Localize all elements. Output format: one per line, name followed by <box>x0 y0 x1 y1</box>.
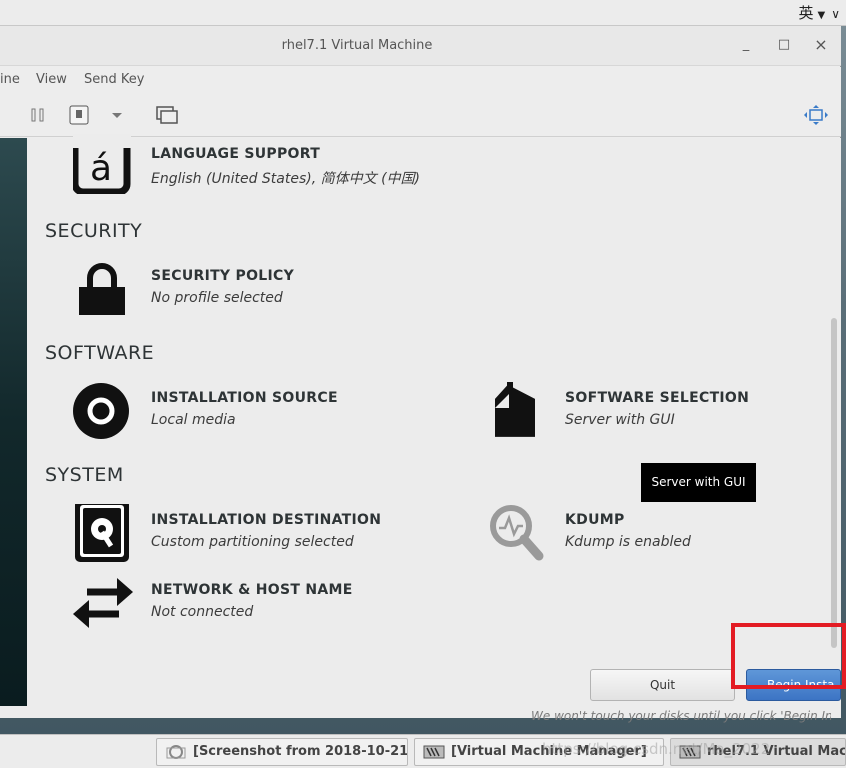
spoke-name: SOFTWARE SELECTION <box>565 390 750 406</box>
taskbar-item-label: [Screenshot from 2018-10-21 ... <box>193 744 408 759</box>
spoke-network-host-name[interactable]: NETWORK & HOST NAME Not connected <box>73 578 473 632</box>
magnifier-icon <box>490 505 544 561</box>
spoke-status: No profile selected <box>151 290 283 306</box>
watermark: https://blog.csdn.net/Ma_2022 <box>542 740 771 758</box>
monitor-icon[interactable] <box>68 105 90 125</box>
spoke-language-support[interactable]: á LANGUAGE SUPPORT English (United State… <box>73 134 473 196</box>
top-bar: 英 ▼ ∨ <box>0 0 846 26</box>
spoke-kdump[interactable]: KDUMP Kdump is enabled <box>487 505 807 562</box>
taskbar: [Screenshot from 2018-10-21 ... [Virtual… <box>0 734 846 768</box>
package-icon <box>495 382 535 437</box>
taskbar-item-screenshot[interactable]: [Screenshot from 2018-10-21 ... <box>156 738 408 766</box>
menu-bar: ine View Send Key <box>0 67 841 93</box>
language-icon: á <box>73 134 131 194</box>
guest-sidebar-background <box>0 138 27 706</box>
window-titlebar[interactable]: rhel7.1 Virtual Machine _ □ × <box>0 26 841 66</box>
spoke-name: LANGUAGE SUPPORT <box>151 146 321 162</box>
vm-window: rhel7.1 Virtual Machine _ □ × ine View S… <box>0 26 841 723</box>
section-heading-security: SECURITY <box>45 220 143 242</box>
image-viewer-icon <box>166 745 186 759</box>
vmm-icon <box>423 745 445 759</box>
input-method-indicator[interactable]: 英 ▼ ∨ <box>798 2 840 23</box>
spoke-installation-source[interactable]: INSTALLATION SOURCE Local media <box>73 383 473 440</box>
resize-icon[interactable] <box>804 105 828 125</box>
lock-icon <box>79 263 125 315</box>
minimize-button[interactable]: _ <box>737 36 755 54</box>
spoke-name: NETWORK & HOST NAME <box>151 582 353 598</box>
network-arrows-icon <box>73 578 133 628</box>
spoke-name: KDUMP <box>565 512 625 528</box>
spoke-name: INSTALLATION SOURCE <box>151 390 338 406</box>
spoke-security-policy[interactable]: SECURITY POLICY No profile selected <box>73 263 473 318</box>
section-heading-system: SYSTEM <box>45 464 124 486</box>
annotation-highlight-box <box>731 623 846 689</box>
console-icon[interactable] <box>156 105 178 125</box>
disk-warning-hint: We won't touch your disks until you clic… <box>531 709 831 723</box>
software-selection-tooltip: Server with GUI <box>641 463 756 502</box>
window-title: rhel7.1 Virtual Machine <box>281 38 433 53</box>
spoke-software-selection[interactable]: SOFTWARE SELECTION Server with GUI <box>487 382 807 440</box>
spoke-name: INSTALLATION DESTINATION <box>151 512 382 528</box>
svg-text:á: á <box>90 148 112 189</box>
quit-button[interactable]: Quit <box>590 669 735 701</box>
spoke-status: Not connected <box>151 604 254 620</box>
hard-disk-icon <box>75 504 129 562</box>
topbar-overflow: ∨ <box>831 7 840 21</box>
spoke-status: Kdump is enabled <box>565 534 691 550</box>
installation-summary: á LANGUAGE SUPPORT English (United State… <box>27 134 841 723</box>
spoke-status: Server with GUI <box>565 412 675 428</box>
menu-item-machine[interactable]: ine <box>0 72 20 87</box>
disc-icon <box>73 383 129 439</box>
scrollbar[interactable] <box>831 318 837 648</box>
close-icon: × <box>814 35 828 54</box>
dropdown-icon[interactable] <box>110 105 124 125</box>
spoke-status: Local media <box>151 412 236 428</box>
menu-item-send-key[interactable]: Send Key <box>84 72 144 87</box>
close-button[interactable]: × <box>812 36 830 54</box>
maximize-button[interactable]: □ <box>775 36 793 54</box>
toolbar <box>0 93 841 137</box>
minimize-icon: _ <box>742 37 750 52</box>
pause-icon[interactable] <box>30 105 46 125</box>
input-method-label: 英 <box>798 4 814 22</box>
menu-item-view[interactable]: View <box>36 72 67 87</box>
maximize-icon: □ <box>777 37 791 52</box>
section-heading-software: SOFTWARE <box>45 342 155 364</box>
spoke-name: SECURITY POLICY <box>151 268 295 284</box>
guest-display[interactable]: á LANGUAGE SUPPORT English (United State… <box>0 134 841 723</box>
spoke-installation-destination[interactable]: INSTALLATION DESTINATION Custom partitio… <box>73 504 473 562</box>
spoke-status: English (United States), 简体中文 (中国) <box>151 171 421 187</box>
spoke-status: Custom partitioning selected <box>151 534 354 550</box>
chevron-down-icon: ▼ <box>817 10 826 21</box>
